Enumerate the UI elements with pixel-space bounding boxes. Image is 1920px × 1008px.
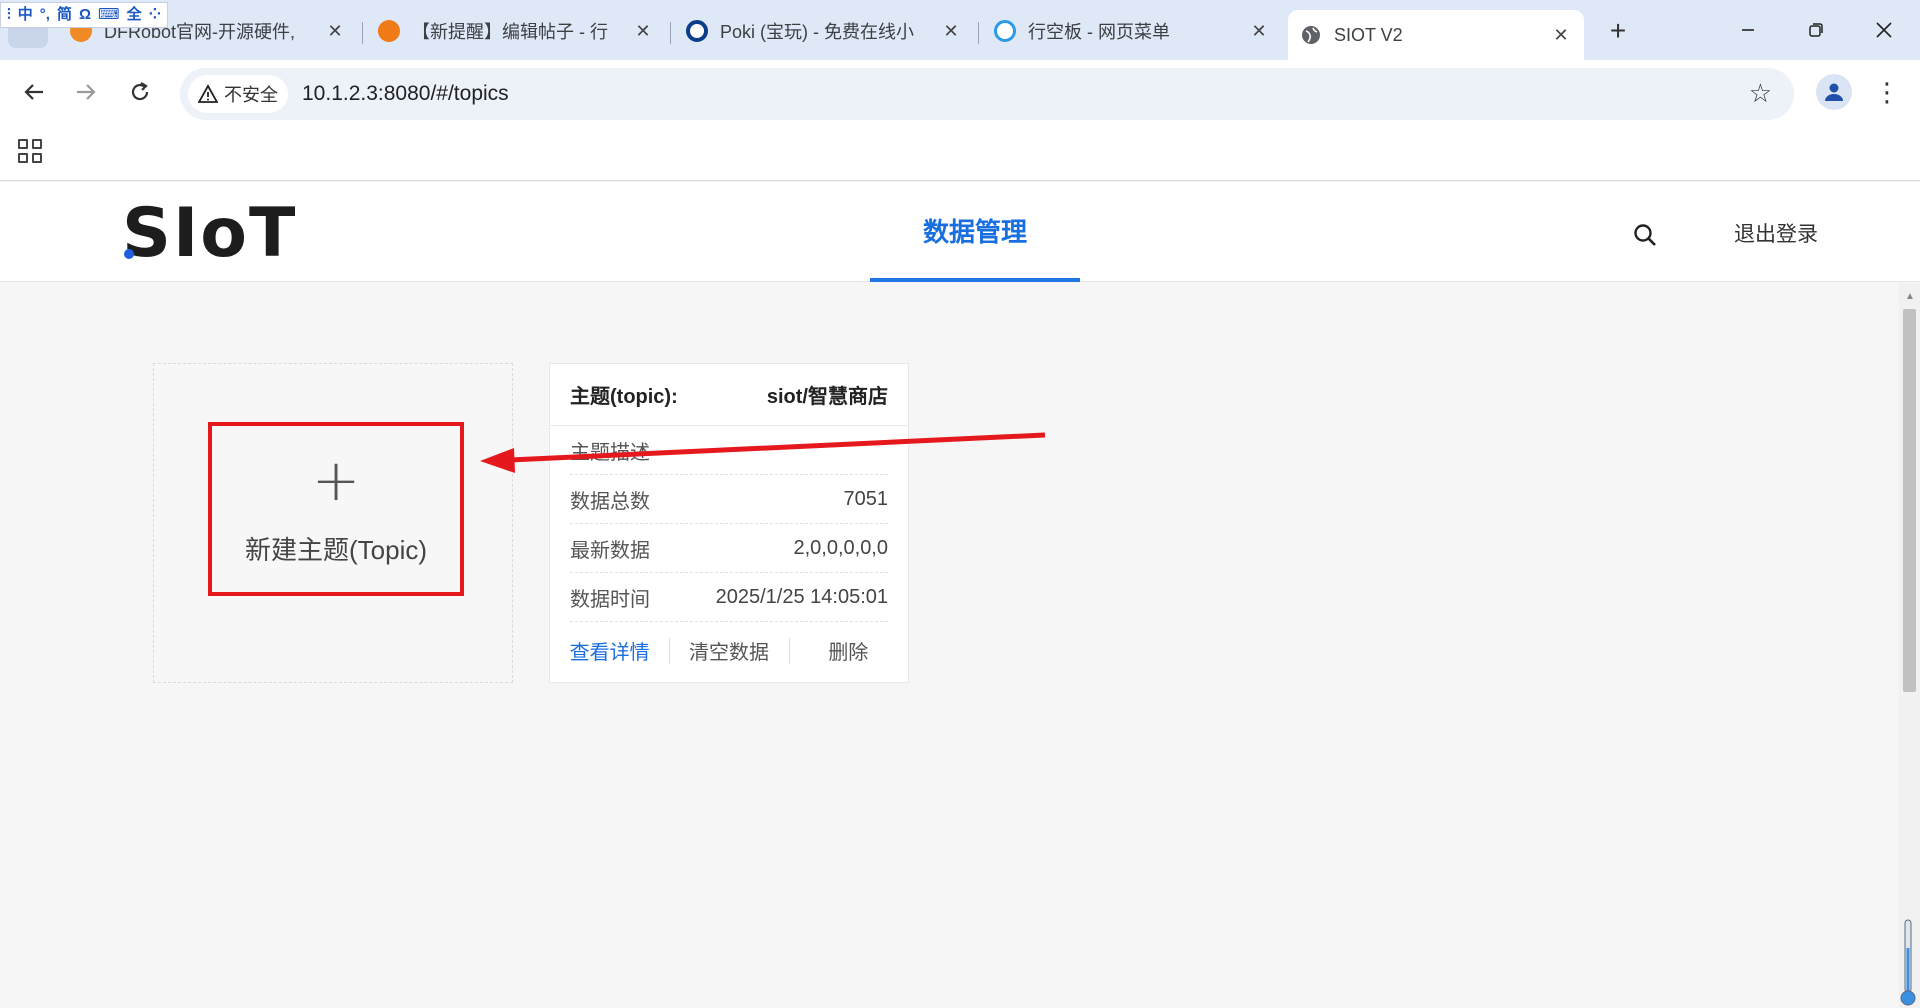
ime-menu-button[interactable]: ⁘ — [149, 3, 162, 27]
topics-content: + 新建主题(Topic) 主题(topic): siot/智慧商店 主题描述 … — [0, 283, 1899, 1008]
address-bar[interactable]: 不安全 10.1.2.3:8080/#/topics ☆ — [180, 68, 1794, 120]
row-label: 主题描述 — [570, 441, 650, 464]
ime-keyboard-button[interactable]: ⌨ — [98, 3, 120, 27]
topic-row-time: 数据时间 2025/1/25 14:05:01 — [570, 573, 888, 622]
plus-icon[interactable]: + — [212, 450, 460, 510]
clear-data-button[interactable]: 清空数据 — [669, 636, 788, 665]
forward-button[interactable] — [66, 72, 106, 112]
ime-simplified-toggle[interactable]: 简 — [57, 3, 72, 27]
globe-icon — [1300, 24, 1322, 46]
row-value: 7051 — [843, 487, 889, 510]
row-label: 数据总数 — [570, 490, 650, 513]
url-text[interactable]: 10.1.2.3:8080/#/topics — [302, 82, 509, 106]
scroll-thumb[interactable] — [1903, 309, 1916, 692]
browser-tab-strip: ⫶ 中 °, 简 Ω ⌨ 全 ⁘ DFRobot官网-开源硬件, ✕ 【新提醒】… — [0, 0, 1920, 60]
tab-title: Poki (宝玩) - 免费在线小 — [720, 22, 915, 42]
ime-fullwidth-toggle[interactable]: 全 — [127, 3, 142, 27]
bookmark-star-icon[interactable]: ☆ — [1749, 78, 1772, 109]
forward-arrow-icon — [77, 84, 96, 100]
profile-button[interactable] — [1816, 74, 1852, 110]
site-header: SIoT 数据管理 退出登录 — [0, 182, 1920, 282]
highlight-box: + 新建主题(Topic) — [208, 422, 464, 596]
tab-separator — [362, 22, 363, 44]
ime-waveform-icon[interactable]: ⫶ — [7, 3, 11, 27]
new-tab-button[interactable]: + — [1600, 14, 1636, 50]
topic-row-total: 数据总数 7051 — [570, 475, 888, 524]
new-topic-label[interactable]: 新建主题(Topic) — [212, 530, 460, 567]
siot-logo[interactable]: SIoT — [122, 194, 297, 273]
topic-row-latest: 最新数据 2,0,0,0,0,0 — [570, 524, 888, 573]
tab-poki[interactable]: Poki (宝玩) - 免费在线小 ✕ — [674, 10, 974, 52]
close-window-icon — [1876, 22, 1892, 38]
reload-button[interactable] — [120, 72, 160, 112]
unihiker-icon — [994, 20, 1016, 42]
warning-icon — [198, 84, 218, 103]
view-details-button[interactable]: 查看详情 — [550, 636, 669, 665]
restore-icon — [1809, 23, 1823, 37]
browser-toolbar: 不安全 10.1.2.3:8080/#/topics ☆ ⋮ — [0, 60, 1920, 129]
back-button[interactable] — [14, 72, 54, 112]
search-icon[interactable] — [1632, 222, 1660, 250]
topic-name: siot/智慧商店 — [766, 386, 888, 408]
close-icon[interactable]: ✕ — [1550, 25, 1572, 46]
topic-header-label: 主题(topic): — [570, 386, 678, 408]
row-label: 数据时间 — [570, 588, 650, 611]
minimize-button[interactable] — [1728, 12, 1768, 48]
fox-icon — [378, 20, 400, 42]
ime-symbol-button[interactable]: Ω — [79, 3, 91, 27]
back-arrow-icon — [24, 84, 43, 100]
thermometer-icon — [1900, 919, 1916, 1006]
tab-title: 【新提醒】编辑帖子 - 行 — [412, 22, 608, 42]
logout-link[interactable]: 退出登录 — [1734, 218, 1818, 248]
reload-icon — [131, 82, 149, 101]
window-close-button[interactable] — [1864, 12, 1904, 48]
minimize-icon — [1742, 29, 1754, 31]
topic-card-header: 主题(topic): siot/智慧商店 — [550, 364, 908, 426]
tab-edit-post[interactable]: 【新提醒】编辑帖子 - 行 ✕ — [366, 10, 666, 52]
nav-data-management[interactable]: 数据管理 — [870, 182, 1080, 282]
ime-toolbar[interactable]: ⫶ 中 °, 简 Ω ⌨ 全 ⁘ — [0, 2, 169, 28]
topic-actions: 查看详情 清空数据 删除 — [550, 618, 908, 682]
logo-dot — [124, 249, 134, 259]
apps-grid-icon[interactable] — [18, 139, 42, 163]
security-label: 不安全 — [224, 85, 278, 105]
scroll-up-icon[interactable]: ▲ — [1905, 291, 1915, 302]
row-label: 最新数据 — [570, 539, 650, 562]
tab-separator — [978, 22, 979, 44]
row-value: 2025/1/25 14:05:01 — [715, 585, 888, 608]
ime-chinese-toggle[interactable]: 中 — [18, 3, 33, 27]
topic-card: 主题(topic): siot/智慧商店 主题描述 数据总数 7051 最新数据… — [549, 363, 909, 683]
close-icon[interactable]: ✕ — [324, 21, 346, 42]
restore-button[interactable] — [1796, 12, 1836, 48]
close-icon[interactable]: ✕ — [632, 21, 654, 42]
site-info-button[interactable]: 不安全 — [188, 75, 288, 113]
bookmarks-bar — [0, 129, 1920, 181]
page-scrollbar[interactable]: ▲ — [1899, 283, 1920, 1008]
close-icon[interactable]: ✕ — [940, 21, 962, 42]
tab-unihiker-menu[interactable]: 行空板 - 网页菜单 ✕ — [982, 10, 1282, 52]
row-value: 2,0,0,0,0,0 — [793, 536, 888, 559]
profile-icon — [1825, 83, 1843, 101]
browser-menu-button[interactable]: ⋮ — [1872, 72, 1902, 112]
ime-punctuation-toggle[interactable]: °, — [40, 3, 50, 27]
delete-button[interactable]: 删除 — [788, 636, 908, 665]
new-topic-card[interactable]: + 新建主题(Topic) — [153, 363, 513, 683]
tab-siot-v2[interactable]: SIOT V2 ✕ — [1288, 10, 1584, 60]
poki-icon — [686, 20, 708, 42]
tab-separator — [670, 22, 671, 44]
topic-row-description: 主题描述 — [570, 426, 888, 475]
close-icon[interactable]: ✕ — [1248, 21, 1270, 42]
tab-title: SIOT V2 — [1334, 24, 1403, 45]
tab-title: 行空板 - 网页菜单 — [1028, 22, 1170, 42]
